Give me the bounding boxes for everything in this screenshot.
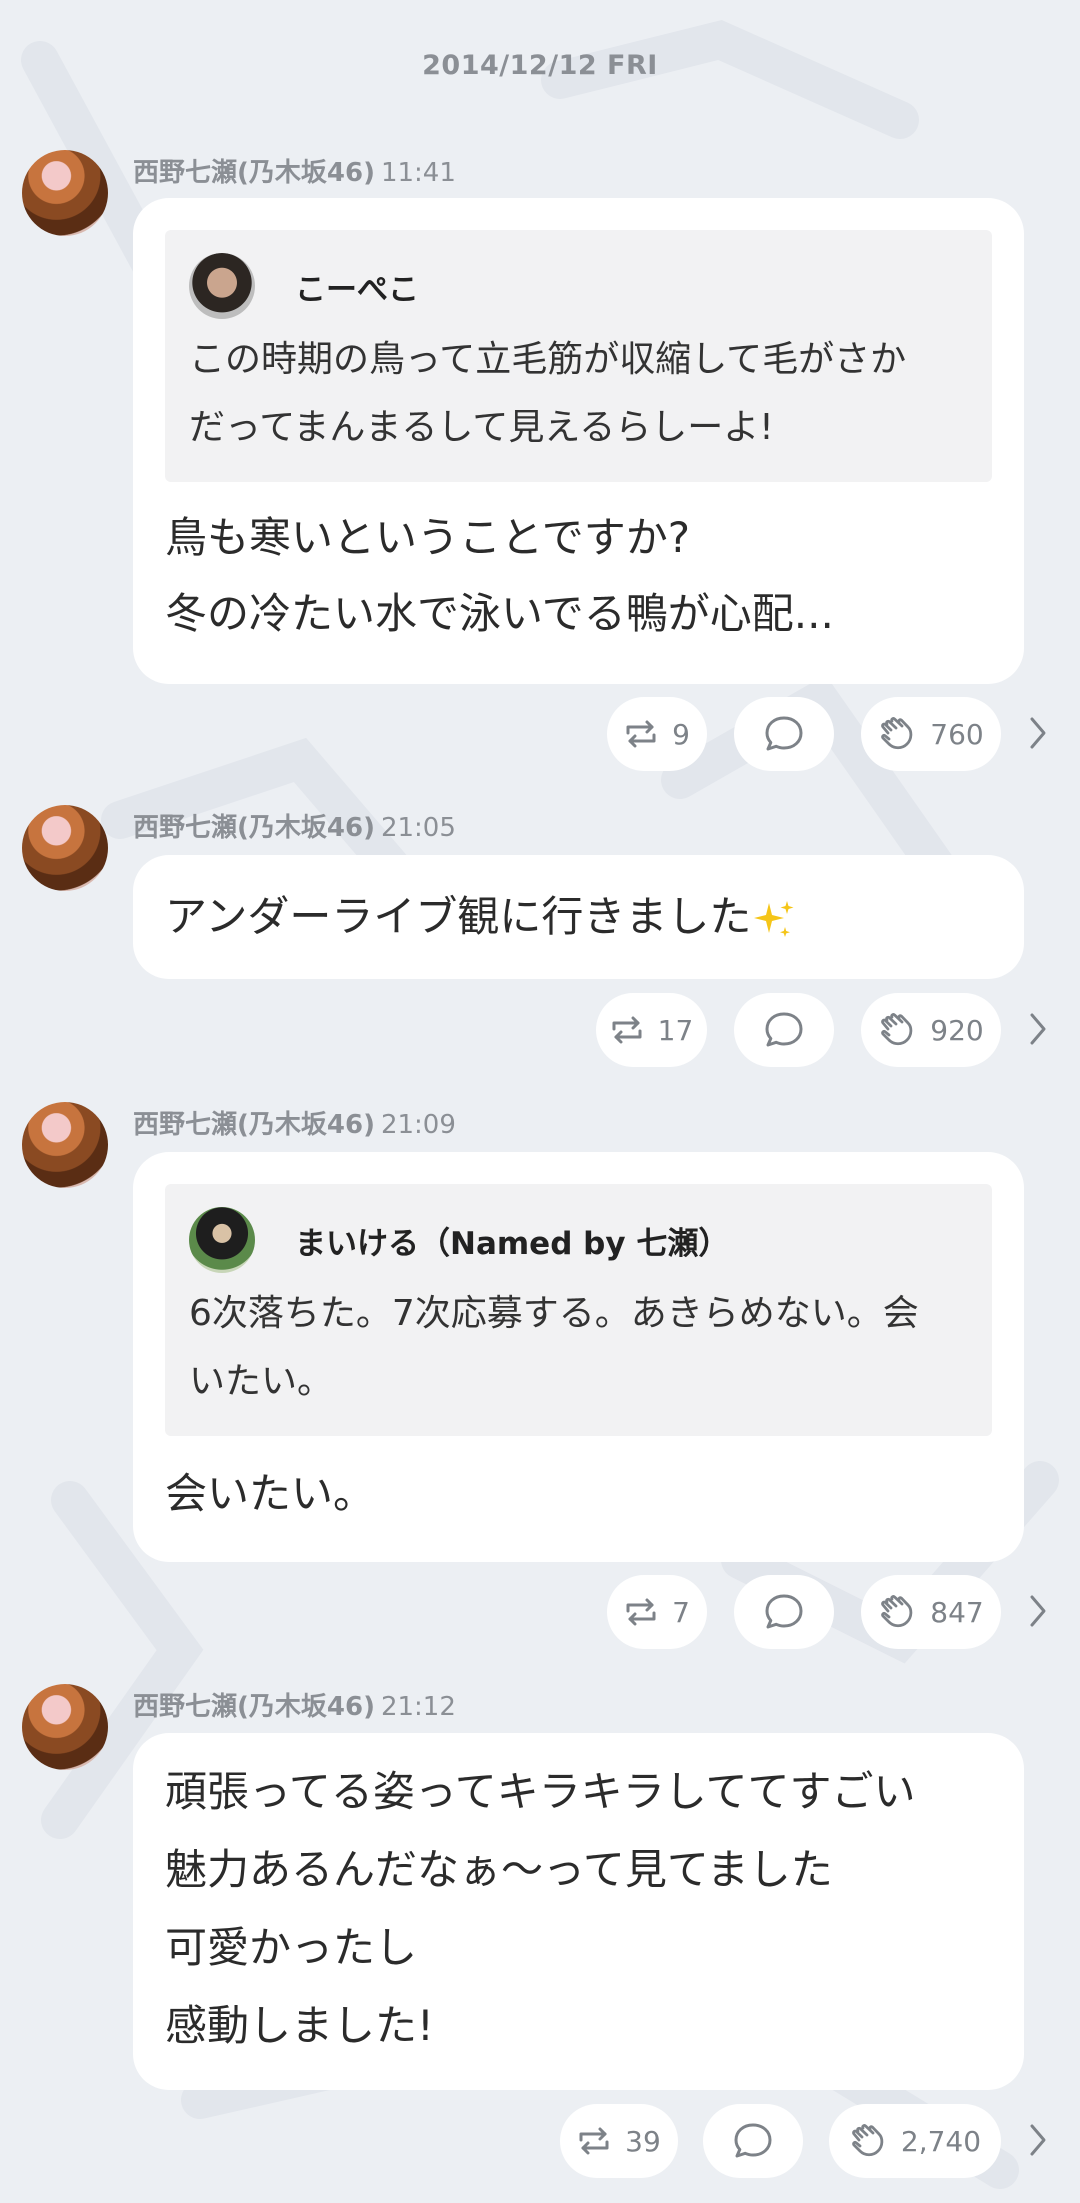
comment-icon bbox=[765, 1012, 803, 1047]
chevron-right-icon[interactable] bbox=[1028, 2122, 1048, 2158]
author-name: 西野七瀬(乃木坂46) bbox=[133, 1110, 375, 1140]
message-bubble: こーぺこ この時期の鳥って立毛筋が収縮して毛がさか だってまんまるして見えるらし… bbox=[133, 198, 1024, 684]
date-header: 2014/12/12 FRI bbox=[422, 50, 658, 81]
repost-button[interactable]: 7 bbox=[607, 1575, 707, 1649]
message-bubble: 頑張ってる姿ってキラキラしててすごい 魅力あるんだなぁ〜って見てました 可愛かっ… bbox=[133, 1733, 1024, 2090]
avatar[interactable] bbox=[22, 1102, 108, 1188]
clap-icon bbox=[881, 1595, 913, 1628]
quote-text: 6次落ちた。7次応募する。あきらめない。会 いたい。 bbox=[189, 1293, 919, 1402]
repost-button[interactable]: 9 bbox=[607, 697, 707, 771]
repost-count: 39 bbox=[625, 2124, 661, 2158]
post-time: 21:05 bbox=[380, 813, 456, 843]
repost-button[interactable]: 17 bbox=[596, 993, 707, 1067]
chevron-right-icon[interactable] bbox=[1028, 1593, 1048, 1629]
message-bubble: アンダーライブ観に行きました bbox=[133, 855, 1024, 979]
repost-icon bbox=[626, 720, 656, 748]
comment-button[interactable] bbox=[703, 2104, 803, 2178]
post-meta: 西野七瀬(乃木坂46) 11:41 bbox=[133, 152, 456, 189]
post-actions: 17 920 bbox=[0, 993, 1080, 1067]
quote-author-name: こーぺこ bbox=[295, 271, 419, 308]
quote-text: この時期の鳥って立毛筋が収縮して毛がさか だってまんまるして見えるらしーよ! bbox=[189, 339, 907, 448]
author-name: 西野七瀬(乃木坂46) bbox=[133, 813, 375, 843]
post-actions: 7 847 bbox=[0, 1575, 1080, 1649]
author-name: 西野七瀬(乃木坂46) bbox=[133, 1692, 375, 1722]
chevron-right-icon[interactable] bbox=[1028, 715, 1048, 751]
post-time: 11:41 bbox=[380, 158, 456, 188]
repost-count: 17 bbox=[657, 1013, 694, 1047]
message-text: 会いたい。 bbox=[165, 1469, 376, 1518]
clap-icon bbox=[881, 717, 913, 750]
quoted-reply: まいける（Named by 七瀬） 6次落ちた。7次応募する。あきらめない。会 … bbox=[165, 1184, 992, 1436]
repost-icon bbox=[579, 2127, 609, 2155]
quote-avatar bbox=[189, 1207, 255, 1273]
clap-button[interactable]: 920 bbox=[861, 993, 1001, 1067]
repost-count: 9 bbox=[672, 717, 690, 751]
clap-count: 847 bbox=[930, 1595, 984, 1629]
post-meta: 西野七瀬(乃木坂46) 21:12 bbox=[133, 1686, 456, 1723]
author-name: 西野七瀬(乃木坂46) bbox=[133, 158, 375, 188]
clap-button[interactable]: 2,740 bbox=[829, 2104, 1001, 2178]
post-actions: 9 760 bbox=[0, 697, 1080, 771]
comment-button[interactable] bbox=[734, 1575, 834, 1649]
comment-button[interactable] bbox=[734, 697, 834, 771]
quote-author-name: まいける（Named by 七瀬） bbox=[295, 1225, 730, 1262]
clap-count: 920 bbox=[930, 1013, 984, 1047]
message-bubble: まいける（Named by 七瀬） 6次落ちた。7次応募する。あきらめない。会 … bbox=[133, 1152, 1024, 1562]
message-text: アンダーライブ観に行きました bbox=[165, 879, 992, 955]
post-meta: 西野七瀬(乃木坂46) 21:09 bbox=[133, 1104, 456, 1141]
clap-icon bbox=[881, 1013, 913, 1046]
clap-button[interactable]: 760 bbox=[861, 697, 1001, 771]
sparkles-icon bbox=[754, 900, 794, 937]
comment-button[interactable] bbox=[734, 993, 834, 1067]
message-text: 頑張ってる姿ってキラキラしててすごい 魅力あるんだなぁ〜って見てました 可愛かっ… bbox=[165, 1767, 916, 2050]
comment-icon bbox=[765, 716, 803, 751]
clap-button[interactable]: 847 bbox=[861, 1575, 1001, 1649]
avatar[interactable] bbox=[22, 1684, 108, 1770]
avatar[interactable] bbox=[22, 150, 108, 236]
clap-count: 760 bbox=[930, 717, 984, 751]
comment-icon bbox=[734, 2123, 772, 2158]
post-meta: 西野七瀬(乃木坂46) 21:05 bbox=[133, 807, 456, 844]
quote-avatar bbox=[189, 253, 255, 319]
clap-icon bbox=[852, 2124, 884, 2157]
repost-count: 7 bbox=[672, 1595, 690, 1629]
repost-icon bbox=[626, 1598, 656, 1626]
message-text: 鳥も寒いということですか? 冬の冷たい水で泳いでる鴨が心配... bbox=[165, 513, 834, 638]
comment-icon bbox=[765, 1594, 803, 1629]
post-time: 21:12 bbox=[380, 1692, 456, 1722]
chevron-right-icon[interactable] bbox=[1028, 1011, 1048, 1047]
quoted-reply: こーぺこ この時期の鳥って立毛筋が収縮して毛がさか だってまんまるして見えるらし… bbox=[165, 230, 992, 482]
repost-icon bbox=[612, 1016, 642, 1044]
clap-count: 2,740 bbox=[900, 2124, 982, 2158]
post-actions: 39 2,740 bbox=[0, 2104, 1080, 2178]
avatar[interactable] bbox=[22, 805, 108, 891]
post-time: 21:09 bbox=[380, 1110, 456, 1140]
repost-button[interactable]: 39 bbox=[560, 2104, 678, 2178]
